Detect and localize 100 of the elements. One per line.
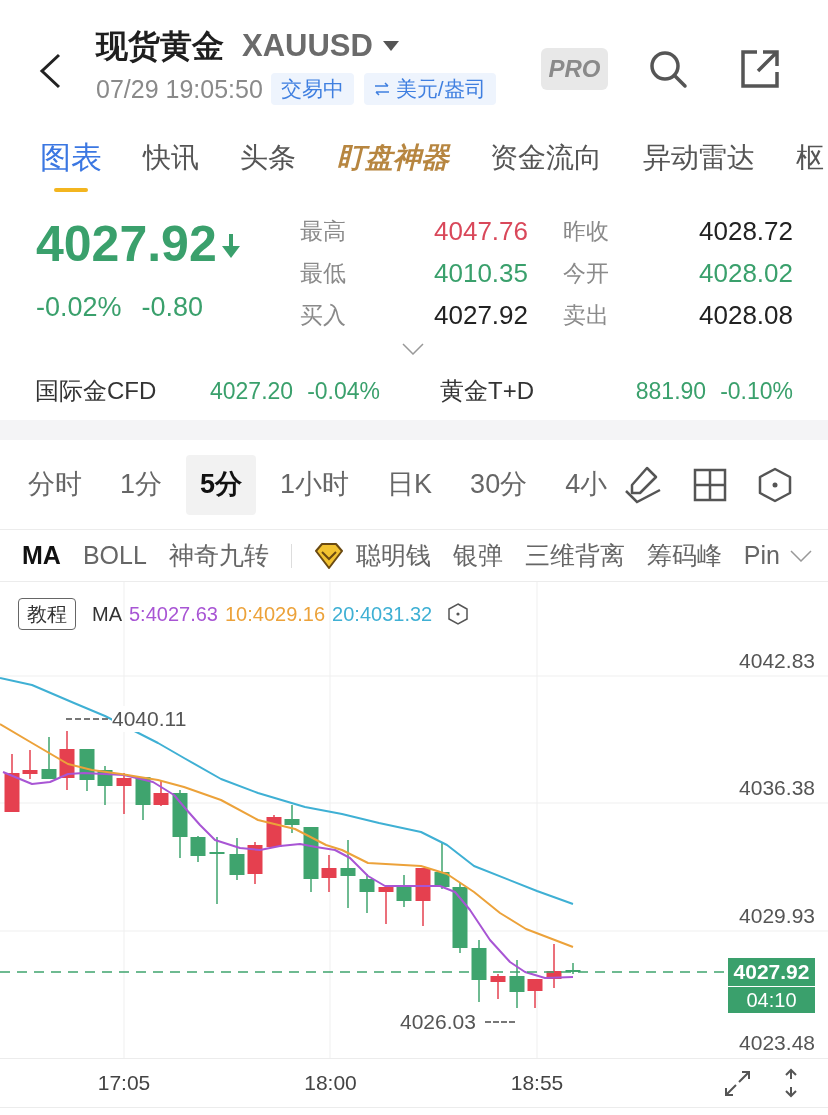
market-price: 881.90 — [635, 376, 707, 406]
candlestick — [190, 835, 206, 863]
x-axis-label: 18:00 — [304, 1070, 357, 1096]
change-percent: -0.02% — [36, 290, 122, 324]
stat-value: 4027.92 — [434, 298, 528, 332]
chevron-down-icon[interactable] — [790, 549, 812, 562]
tutorial-button[interactable]: 教程 — [18, 598, 76, 630]
candlestick — [209, 836, 225, 905]
price-tag: 4027.92 — [728, 958, 815, 986]
instrument-symbol[interactable]: XAUUSD — [242, 26, 373, 66]
candlestick — [340, 839, 356, 909]
candlestick — [321, 854, 337, 893]
stat-value: 4028.08 — [699, 298, 793, 332]
unit-toggle-button[interactable]: 美元/盎司 — [363, 73, 496, 105]
candlestick — [546, 943, 562, 989]
candlestick — [79, 748, 95, 792]
tab[interactable]: 盯盘神器 — [337, 138, 449, 178]
instrument-title: 现货黄金 — [96, 27, 224, 66]
candlestick — [509, 959, 525, 1009]
stat-value: 4047.76 — [434, 214, 528, 248]
back-icon[interactable] — [38, 53, 62, 89]
candlestick — [471, 939, 487, 1003]
stat-label: 今开 — [563, 258, 609, 288]
candlestick — [527, 978, 543, 1009]
stat-value: 4028.02 — [699, 256, 793, 290]
period-tab[interactable]: 分时 — [14, 454, 96, 515]
hexagon-icon[interactable] — [758, 466, 792, 503]
leader-line — [485, 1021, 515, 1023]
period-tab[interactable]: 4小 — [551, 454, 622, 515]
x-axis-label: 18:55 — [510, 1070, 564, 1096]
candlestick — [116, 772, 132, 815]
swap-icon — [373, 82, 390, 96]
chevron-down-icon[interactable] — [402, 343, 424, 355]
ma-value: 10:4029.16 — [225, 602, 326, 627]
indicator-tab[interactable]: 三维背离 — [524, 536, 625, 575]
market-name[interactable]: 黄金T+D — [440, 373, 534, 409]
indicator-tab[interactable]: BOLL — [82, 536, 147, 575]
period-tab[interactable]: 日K — [373, 454, 447, 515]
candlestick — [490, 973, 506, 1000]
candlestick — [396, 874, 412, 908]
indicator-tab[interactable]: 神奇九转 — [168, 536, 269, 575]
candlestick — [434, 842, 450, 890]
candlestick — [229, 837, 245, 881]
x-axis-label: 17:05 — [97, 1070, 151, 1096]
y-axis-label: 4029.93 — [739, 902, 815, 929]
quote-datetime: 07/29 19:05:50 — [96, 74, 263, 105]
period-tab[interactable]: 1小时 — [266, 454, 364, 515]
candlestick — [22, 749, 38, 780]
indicator-tab[interactable]: 筹码峰 — [646, 536, 722, 575]
tab[interactable]: 图表 — [40, 138, 102, 192]
hexagon-icon[interactable] — [448, 603, 469, 625]
indicator-tab[interactable]: Pin — [743, 536, 780, 575]
tab[interactable]: 快讯 — [143, 138, 199, 178]
market-change: -0.04% — [307, 376, 380, 406]
candlestick — [415, 867, 431, 927]
stat-label: 最高 — [300, 216, 346, 246]
candlestick — [153, 779, 169, 807]
y-axis-label: 4023.48 — [739, 1030, 815, 1057]
market-name[interactable]: 国际金CFD — [35, 373, 210, 409]
period-tab[interactable]: 1分 — [106, 454, 177, 515]
candlestick — [303, 826, 319, 893]
low-price-marker: 4026.03 — [400, 1009, 476, 1035]
stat-value: 4028.72 — [699, 214, 793, 248]
period-tab[interactable]: 5分 — [186, 454, 257, 515]
search-icon[interactable] — [648, 49, 688, 89]
expand-icon[interactable] — [724, 1069, 751, 1097]
vertical-arrows-icon[interactable] — [784, 1068, 798, 1098]
candlestick — [359, 873, 375, 914]
market-change: -0.10% — [720, 376, 793, 406]
leader-line — [66, 718, 108, 720]
grid-icon[interactable] — [693, 467, 727, 502]
indicator-tab[interactable]: MA — [22, 536, 61, 575]
ma-value: 5:4027.63 — [129, 602, 218, 627]
change-amount: -0.80 — [141, 290, 204, 324]
high-price-marker: 4040.11 — [112, 706, 187, 732]
candlestick — [41, 736, 57, 780]
y-axis-label: 4036.38 — [739, 775, 815, 802]
last-price: 4027.92 — [36, 219, 217, 269]
indicator-tab[interactable]: 聪明钱 — [313, 536, 431, 575]
candlestick — [565, 962, 581, 975]
candlestick — [247, 841, 263, 885]
ma-value: 20:4031.32 — [332, 602, 433, 627]
stat-label: 买入 — [300, 300, 346, 330]
caret-down-icon[interactable] — [382, 41, 399, 51]
status-badge: 交易中 — [270, 73, 354, 105]
period-tab[interactable]: 30分 — [456, 454, 542, 515]
countdown-tag: 04:10 — [728, 987, 815, 1013]
tab[interactable]: 资金流向 — [490, 138, 602, 178]
indicator-tab[interactable]: 银弹 — [452, 536, 503, 575]
stat-label: 昨收 — [563, 216, 609, 246]
tab[interactable]: 异动雷达 — [643, 138, 755, 178]
candlestick — [378, 886, 394, 925]
tab[interactable]: 枢 — [796, 138, 824, 178]
drawing-tool-icon[interactable] — [624, 465, 662, 504]
candlestick — [4, 753, 20, 813]
candlestick — [59, 730, 75, 791]
y-axis-label: 4042.83 — [739, 648, 815, 674]
external-link-icon[interactable] — [740, 49, 780, 89]
selected-indicator — [54, 188, 88, 192]
tab[interactable]: 头条 — [240, 138, 296, 178]
